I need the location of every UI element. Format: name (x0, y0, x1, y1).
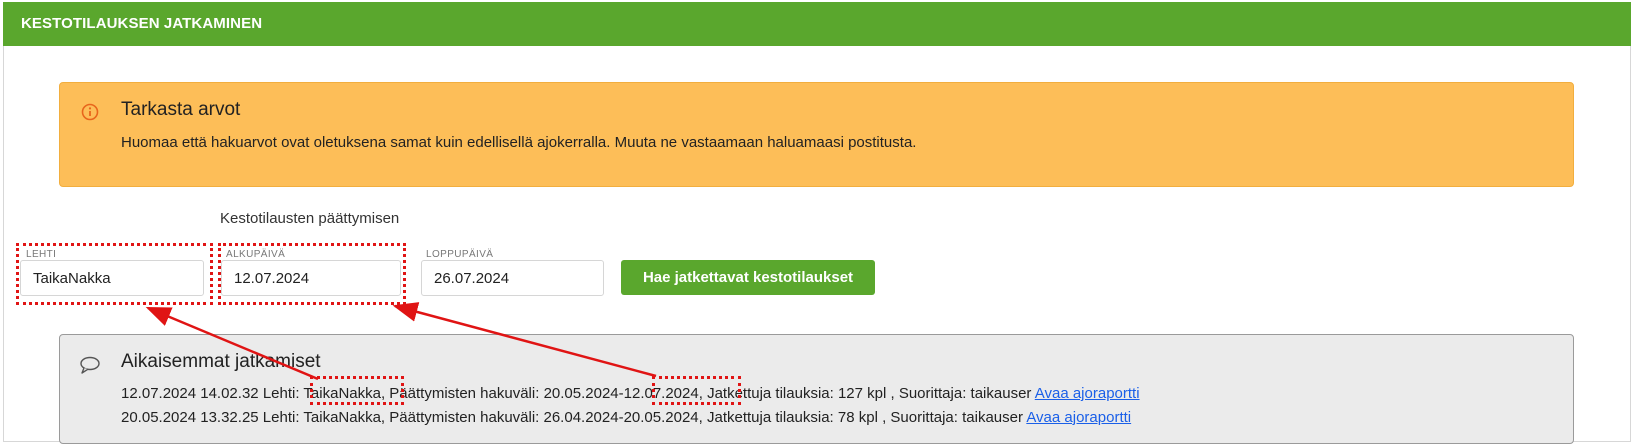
history-row: 20.05.2024 13.32.25 Lehti: TaikaNakka, P… (121, 409, 1131, 426)
highlight-box-history-date (652, 376, 741, 405)
alert-text: Huomaa että hakuarvot ovat oletuksena sa… (121, 134, 917, 151)
history-title: Aikaisemmat jatkamiset (121, 351, 321, 372)
date-group-label: Kestotilausten päättymisen (220, 210, 400, 227)
loppupaiva-label: LOPPUPÄIVÄ (426, 249, 494, 260)
info-icon (81, 103, 99, 121)
history-row: 12.07.2024 14.02.32 Lehti: TaikaNakka, P… (121, 385, 1140, 402)
history-timestamp: 12.07.2024 14.02.32 (121, 385, 259, 402)
history-range-label: , Päättymisten hakuväli: (380, 385, 540, 402)
panel-header: KESTOTILAUKSEN JATKAMINEN (3, 2, 1631, 46)
alert-title: Tarkasta arvot (121, 99, 241, 120)
highlight-box-alkupaiva (218, 243, 406, 305)
warning-alert: Tarkasta arvot Huomaa että hakuarvot ova… (59, 82, 1574, 187)
history-stats: Jatkettuja tilauksia: 127 kpl , Suoritta… (707, 385, 1032, 402)
history-panel: Aikaisemmat jatkamiset 12.07.2024 14.02.… (59, 334, 1574, 444)
history-lehti-label: Lehti: (262, 385, 300, 402)
highlight-box-lehti (16, 243, 213, 305)
search-button[interactable]: Hae jatkettavat kestotilaukset (621, 260, 875, 295)
history-row-text: 20.05.2024 13.32.25 Lehti: TaikaNakka, P… (121, 409, 1023, 426)
comment-icon (80, 356, 100, 374)
page-title: KESTOTILAUKSEN JATKAMINEN (21, 15, 263, 32)
open-report-link[interactable]: Avaa ajoraportti (1035, 385, 1140, 402)
open-report-link[interactable]: Avaa ajoraportti (1026, 409, 1131, 426)
highlight-box-history-lehti (310, 376, 404, 405)
loppupaiva-input[interactable] (421, 260, 604, 296)
history-range-start: 20.05.2024 (543, 385, 619, 402)
